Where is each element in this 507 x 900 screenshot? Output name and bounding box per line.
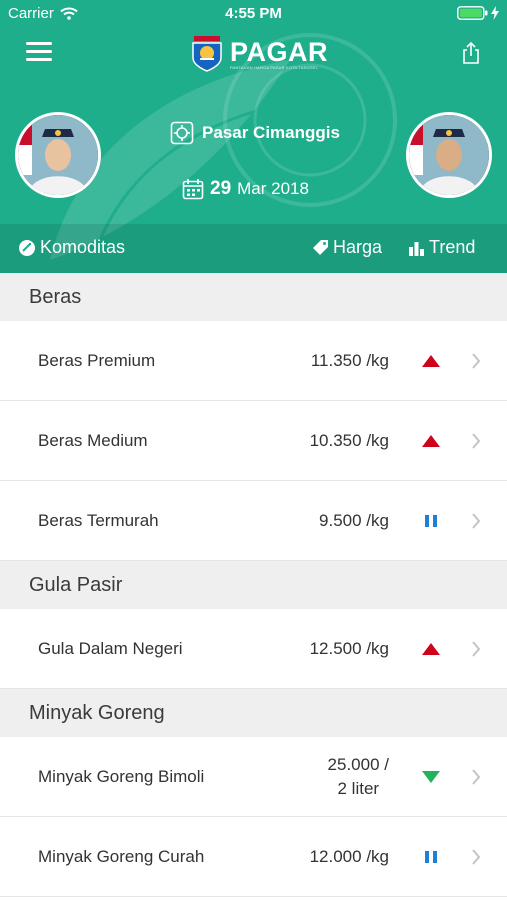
price-value: 25.000 / 2 liter <box>328 737 389 817</box>
column-harga: Harga <box>312 237 382 258</box>
price-value: 12.000 /kg <box>309 847 389 866</box>
trend-stable-icon <box>420 481 442 561</box>
trend-down-icon <box>420 737 442 817</box>
commodity-name: Minyak Goreng Bimoli <box>38 767 205 786</box>
commodity-row[interactable]: Minyak Goreng Bimoli 25.000 / 2 liter <box>0 737 507 817</box>
person-portrait-icon <box>18 115 98 195</box>
commodity-list: Beras Beras Premium 11.350 /kg Beras Medium… <box>0 273 507 897</box>
commodity-name: Beras Medium <box>38 431 148 450</box>
chevron-right-icon <box>471 609 481 689</box>
section-header: Beras <box>0 273 507 321</box>
column-header-bar: Komoditas Harga Trend <box>0 224 507 273</box>
komoditas-icon <box>19 239 35 256</box>
crest-icon <box>192 36 222 72</box>
market-icon <box>170 121 194 145</box>
app-logo: PAGAR PANTAUAN HARGA PASAR KOTA TANGSEL <box>190 36 328 72</box>
menu-icon[interactable] <box>26 42 52 64</box>
commodity-row[interactable]: Beras Termurah 9.500 /kg <box>0 481 507 561</box>
status-bar: Carrier 4:55 PM <box>0 0 507 28</box>
price-value: 12.500 /kg <box>309 639 389 658</box>
commodity-row[interactable]: Minyak Goreng Curah 12.000 /kg <box>0 817 507 897</box>
price-value: 10.350 /kg <box>309 431 389 450</box>
calendar-icon <box>182 179 204 200</box>
section-header: Minyak Goreng <box>0 689 507 737</box>
person-portrait-icon <box>409 115 489 195</box>
date-selector[interactable]: 29 Mar 2018 <box>182 178 309 200</box>
chevron-right-icon <box>471 481 481 561</box>
header-banner: PAGAR PANTAUAN HARGA PASAR KOTA TANGSEL <box>0 0 507 273</box>
market-name: Pasar Cimanggis <box>202 123 340 142</box>
date-day: 29 <box>210 178 232 199</box>
trend-up-icon <box>420 609 442 689</box>
market-selector[interactable]: Pasar Cimanggis <box>170 121 340 145</box>
section-header: Gula Pasir <box>0 561 507 609</box>
trend-up-icon <box>420 321 442 401</box>
commodity-row[interactable]: Beras Medium 10.350 /kg <box>0 401 507 481</box>
column-trend: Trend <box>408 237 475 258</box>
battery-indicator <box>457 6 499 20</box>
column-komoditas: Komoditas <box>18 237 125 258</box>
commodity-name: Gula Dalam Negeri <box>38 639 183 658</box>
price-value: 11.350 /kg <box>310 351 389 370</box>
trend-up-icon <box>420 401 442 481</box>
avatar-vice-mayor <box>406 112 492 198</box>
column-komoditas-label: Komoditas <box>40 237 126 257</box>
charging-icon <box>491 6 499 20</box>
share-icon[interactable] <box>461 41 481 65</box>
chevron-right-icon <box>471 737 481 817</box>
brand-name: PAGAR <box>230 36 329 67</box>
brand-tagline: PANTAUAN HARGA PASAR KOTA TANGSEL <box>230 64 319 70</box>
avatar-mayor <box>15 112 101 198</box>
commodity-name: Beras Premium <box>38 351 156 370</box>
price-line-2: 2 liter <box>337 779 380 798</box>
commodity-name: Beras Termurah <box>38 511 159 530</box>
chevron-right-icon <box>471 401 481 481</box>
clock: 4:55 PM <box>225 5 282 22</box>
commodity-name: Minyak Goreng Curah <box>38 847 205 866</box>
chevron-right-icon <box>471 817 481 897</box>
chevron-right-icon <box>471 321 481 401</box>
date-month-year: Mar 2018 <box>237 179 309 198</box>
bar-chart-icon <box>409 241 424 256</box>
column-harga-label: Harga <box>333 237 383 257</box>
price-value: 9.500 /kg <box>319 511 389 530</box>
price-tag-icon <box>313 240 328 255</box>
top-navigation-bar: PAGAR PANTAUAN HARGA PASAR KOTA TANGSEL <box>0 28 507 84</box>
battery-icon <box>457 6 488 20</box>
column-trend-label: Trend <box>429 237 476 257</box>
commodity-row[interactable]: Beras Premium 11.350 /kg <box>0 321 507 401</box>
price-line-1: 25.000 / <box>327 755 389 774</box>
commodity-row[interactable]: Gula Dalam Negeri 12.500 /kg <box>0 609 507 689</box>
trend-stable-icon <box>420 817 442 897</box>
